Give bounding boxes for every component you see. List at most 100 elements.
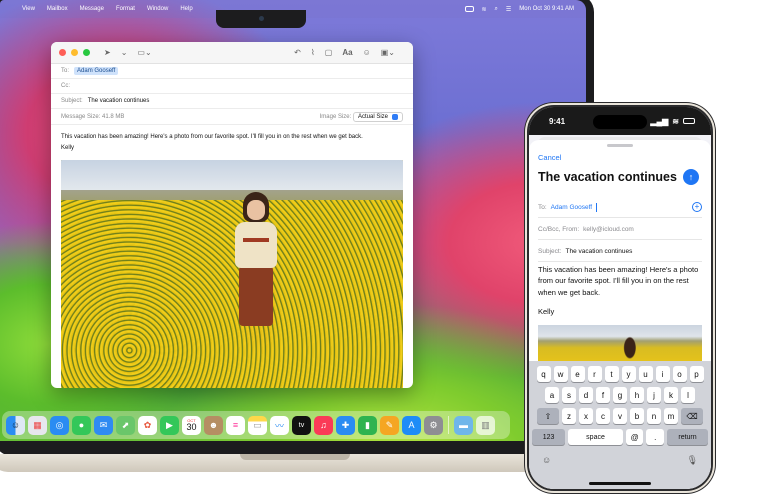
dot-key[interactable]: . (646, 429, 665, 445)
key-t[interactable]: t (604, 366, 619, 382)
messages-icon[interactable]: ● (72, 415, 91, 435)
chevron-down-icon[interactable]: ⌄ (121, 48, 128, 57)
key-c[interactable]: c (596, 408, 610, 424)
subject-field[interactable]: Subject: The vacation continues (51, 94, 413, 109)
numbers-key[interactable]: 123 (532, 429, 566, 445)
emoji-icon[interactable]: ☺ (542, 455, 551, 466)
key-q[interactable]: q (536, 366, 551, 382)
calendar-icon[interactable]: OCT 30 (182, 415, 201, 435)
contacts-icon[interactable]: ☻ (204, 415, 223, 435)
key-s[interactable]: s (562, 387, 576, 403)
numbers-icon[interactable]: ▮ (358, 415, 377, 435)
key-g[interactable]: g (613, 387, 627, 403)
markup-icon[interactable]: ▢ (325, 48, 333, 57)
cc-field[interactable]: Cc: (51, 79, 413, 94)
menu-window[interactable]: Window (147, 6, 168, 12)
delete-key[interactable]: ⌫ (681, 408, 703, 424)
podcasts-icon[interactable]: ✚ (336, 415, 355, 435)
recipient-name[interactable]: Adam Gooseff (551, 204, 592, 211)
header-fields-icon[interactable]: ▭⌄ (137, 48, 151, 57)
key-l[interactable]: l (681, 387, 695, 403)
subject-field[interactable]: Subject: The vacation continues (538, 242, 702, 262)
key-p[interactable]: p (689, 366, 704, 382)
key-i[interactable]: i (655, 366, 670, 382)
send-icon[interactable]: ➤ (104, 48, 111, 57)
add-contact-icon[interactable]: + (692, 202, 702, 212)
key-u[interactable]: u (638, 366, 653, 382)
home-indicator[interactable] (589, 482, 651, 485)
menu-clock[interactable]: Mon Oct 30 9:41 AM (519, 6, 574, 12)
recipient-chip[interactable]: Adam Gooseff (74, 67, 119, 75)
control-center-icon[interactable]: ☰ (506, 6, 511, 13)
key-e[interactable]: e (570, 366, 585, 382)
attached-photo[interactable] (538, 325, 702, 363)
shift-key[interactable]: ⇧ (537, 408, 559, 424)
sheet-grabber[interactable] (607, 144, 633, 147)
key-h[interactable]: h (630, 387, 644, 403)
return-key[interactable]: return (667, 429, 709, 445)
key-d[interactable]: d (579, 387, 593, 403)
search-icon[interactable]: ⌕ (495, 6, 498, 13)
subject-value[interactable]: The vacation continues (566, 248, 633, 255)
key-y[interactable]: y (621, 366, 636, 382)
reminders-icon[interactable]: ≡ (226, 415, 245, 435)
downloads-folder-icon[interactable]: ▬ (454, 415, 473, 435)
send-button[interactable]: ↑ (683, 169, 699, 185)
launchpad-icon[interactable]: ▦ (28, 415, 47, 435)
minimize-button[interactable] (71, 49, 78, 56)
cc-bcc-from-field[interactable]: Cc/Bcc, From: kelly@icloud.com (538, 220, 702, 240)
menu-message[interactable]: Message (80, 6, 104, 12)
cancel-button[interactable]: Cancel (538, 153, 561, 162)
attached-photo[interactable] (61, 160, 403, 388)
mail-icon[interactable]: ✉ (94, 415, 113, 435)
reply-icon[interactable]: ↶ (294, 48, 301, 57)
app-store-icon[interactable]: A (402, 415, 421, 435)
zoom-button[interactable] (83, 49, 90, 56)
wifi-icon[interactable]: ≋ (482, 6, 487, 13)
facetime-icon[interactable]: ▶ (160, 415, 179, 435)
photos-icon[interactable]: ✿ (138, 415, 157, 435)
to-field[interactable]: To: Adam Gooseff (51, 64, 413, 79)
notes-icon[interactable]: ▭ (248, 415, 267, 435)
settings-icon[interactable]: ⚙ (424, 415, 443, 435)
key-x[interactable]: x (579, 408, 593, 424)
subject-value[interactable]: The vacation continues (88, 98, 150, 104)
key-a[interactable]: a (545, 387, 559, 403)
close-button[interactable] (59, 49, 66, 56)
key-n[interactable]: n (647, 408, 661, 424)
key-k[interactable]: k (664, 387, 678, 403)
key-f[interactable]: f (596, 387, 610, 403)
freeform-icon[interactable]: 〰 (270, 415, 289, 435)
key-b[interactable]: b (630, 408, 644, 424)
attachment-icon[interactable]: ⌇ (311, 48, 315, 57)
photo-browser-icon[interactable]: ▣⌄ (381, 48, 395, 57)
pages-icon[interactable]: ✎ (380, 415, 399, 435)
emoji-icon[interactable]: ☺ (363, 48, 371, 57)
battery-icon[interactable] (464, 6, 474, 12)
music-icon[interactable]: ♫ (314, 415, 333, 435)
to-field[interactable]: To: Adam Gooseff + (538, 198, 702, 218)
menu-format[interactable]: Format (116, 6, 135, 12)
key-o[interactable]: o (672, 366, 687, 382)
message-body[interactable]: This vacation has been amazing! Here's a… (538, 264, 704, 317)
format-text-icon[interactable]: Aa (342, 48, 352, 57)
apple-tv-icon[interactable]: tv (292, 415, 311, 435)
key-z[interactable]: z (562, 408, 576, 424)
key-v[interactable]: v (613, 408, 627, 424)
image-size-select[interactable]: Actual Size (352, 111, 403, 122)
space-key[interactable]: space (568, 429, 623, 445)
key-w[interactable]: w (553, 366, 568, 382)
microphone-icon[interactable]: 🎙︎ (687, 455, 698, 466)
key-m[interactable]: m (664, 408, 678, 424)
menu-help[interactable]: Help (180, 6, 192, 12)
menu-mailbox[interactable]: Mailbox (47, 6, 68, 12)
finder-icon[interactable]: ☺ (6, 415, 25, 435)
maps-icon[interactable]: ⬈ (116, 415, 135, 435)
trash-icon[interactable]: ▥ (476, 415, 495, 435)
at-key[interactable]: @ (625, 429, 644, 445)
key-j[interactable]: j (647, 387, 661, 403)
key-r[interactable]: r (587, 366, 602, 382)
message-body[interactable]: This vacation has been amazing! Here's a… (51, 125, 413, 154)
safari-icon[interactable]: ◎ (50, 415, 69, 435)
menu-view[interactable]: View (22, 6, 35, 12)
